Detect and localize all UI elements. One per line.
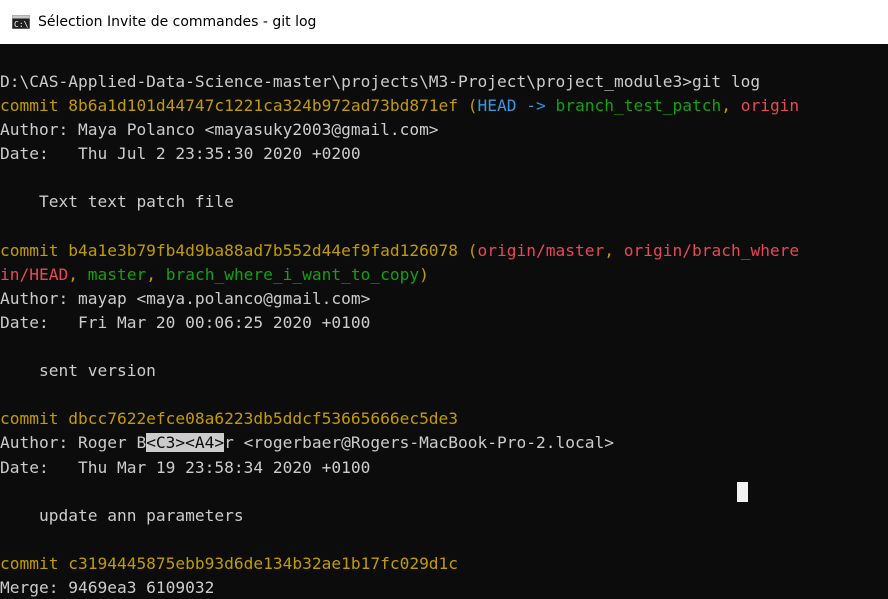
console-text: , — [68, 264, 88, 284]
console-text: origin — [740, 96, 800, 116]
console-text: commit c3194445875ebb93d6de134b32ae1b17f… — [0, 553, 459, 573]
console-line: Merge: 9469ea3 6109032 — [0, 576, 888, 599]
console-line: in/HEAD, master, brach_where_i_want_to_c… — [0, 263, 888, 287]
svg-text:C:\: C:\ — [14, 20, 29, 29]
window-titlebar[interactable]: C:\ Sélection Invite de commandes - git … — [0, 0, 888, 44]
text-cursor — [737, 482, 748, 502]
console-line: Author: Maya Polanco <mayasuky2003@gmail… — [0, 118, 888, 142]
console-line: commit 8b6a1d101d44747c1221ca324b972ad73… — [0, 94, 888, 118]
console-text: HEAD -> — [477, 96, 556, 116]
console-line: Author: Roger B<C3><A4>r <rogerbaer@Roge… — [0, 431, 888, 455]
console-text: origin/master — [477, 240, 605, 260]
console-text: sent version — [0, 361, 156, 381]
console-text: Date: Thu Jul 2 23:35:30 2020 +0200 — [0, 144, 361, 164]
console-line: Date: Fri Mar 20 00:06:25 2020 +0100 — [0, 311, 888, 335]
console-text: update ann parameters — [0, 505, 244, 525]
console-text: in/HEAD — [0, 264, 69, 284]
console-line: update ann parameters — [0, 504, 888, 528]
console-text: branch_test_patch — [555, 96, 722, 116]
console-text: Text text patch file — [0, 192, 234, 212]
selected-text: <C3><A4> — [146, 433, 225, 453]
console-line: commit dbcc7622efce08a6223db5ddcf5366566… — [0, 407, 888, 431]
console-text: , — [721, 96, 741, 116]
console-text: , — [146, 264, 166, 284]
console-line: commit c3194445875ebb93d6de134b32ae1b17f… — [0, 552, 888, 576]
console-line: Author: mayap <maya.polanco@gmail.com> — [0, 287, 888, 311]
console-text: , — [604, 240, 624, 260]
window-title: Sélection Invite de commandes - git log — [38, 14, 317, 30]
console-text: ( — [467, 96, 478, 116]
console-text: commit 8b6a1d101d44747c1221ca324b972ad73… — [0, 96, 468, 116]
console-text: ( — [467, 240, 478, 260]
console-line: Date: Thu Jul 2 23:35:30 2020 +0200 — [0, 142, 888, 166]
console-text: ) — [419, 264, 429, 284]
console-line: commit b4a1e3b79fb4d9ba88ad7b552d44ef9fa… — [0, 239, 888, 263]
console-text: Author: mayap <maya.polanco@gmail.com> — [0, 288, 371, 308]
console-text: origin/brach_where — [623, 240, 800, 260]
console-text: Merge: 9469ea3 6109032 — [0, 577, 215, 597]
console-text: D:\CAS-Applied-Data-Science-master\proje… — [0, 72, 761, 91]
console-text: Date: Fri Mar 20 00:06:25 2020 +0100 — [0, 312, 371, 332]
console-line: Text text patch file — [0, 190, 888, 214]
console-text: commit b4a1e3b79fb4d9ba88ad7b552d44ef9fa… — [0, 240, 468, 260]
console-text: Author: Maya Polanco <mayasuky2003@gmail… — [0, 120, 439, 140]
cmd-icon: C:\ — [12, 15, 30, 29]
console-line: D:\CAS-Applied-Data-Science-master\proje… — [0, 70, 888, 94]
console-text: Author: Roger B — [0, 433, 147, 453]
console-text: master — [87, 264, 147, 284]
console-text: commit dbcc7622efce08a6223db5ddcf5366566… — [0, 409, 459, 429]
console-output[interactable]: D:\CAS-Applied-Data-Science-master\proje… — [0, 44, 888, 599]
console-line: sent version — [0, 359, 888, 383]
console-text: Date: Thu Mar 19 23:58:34 2020 +0100 — [0, 457, 371, 477]
console-text: brach_where_i_want_to_copy — [165, 264, 420, 284]
console-text: r <rogerbaer@Rogers-MacBook-Pro-2.local> — [224, 433, 614, 453]
console-line: Date: Thu Mar 19 23:58:34 2020 +0100 — [0, 456, 888, 480]
